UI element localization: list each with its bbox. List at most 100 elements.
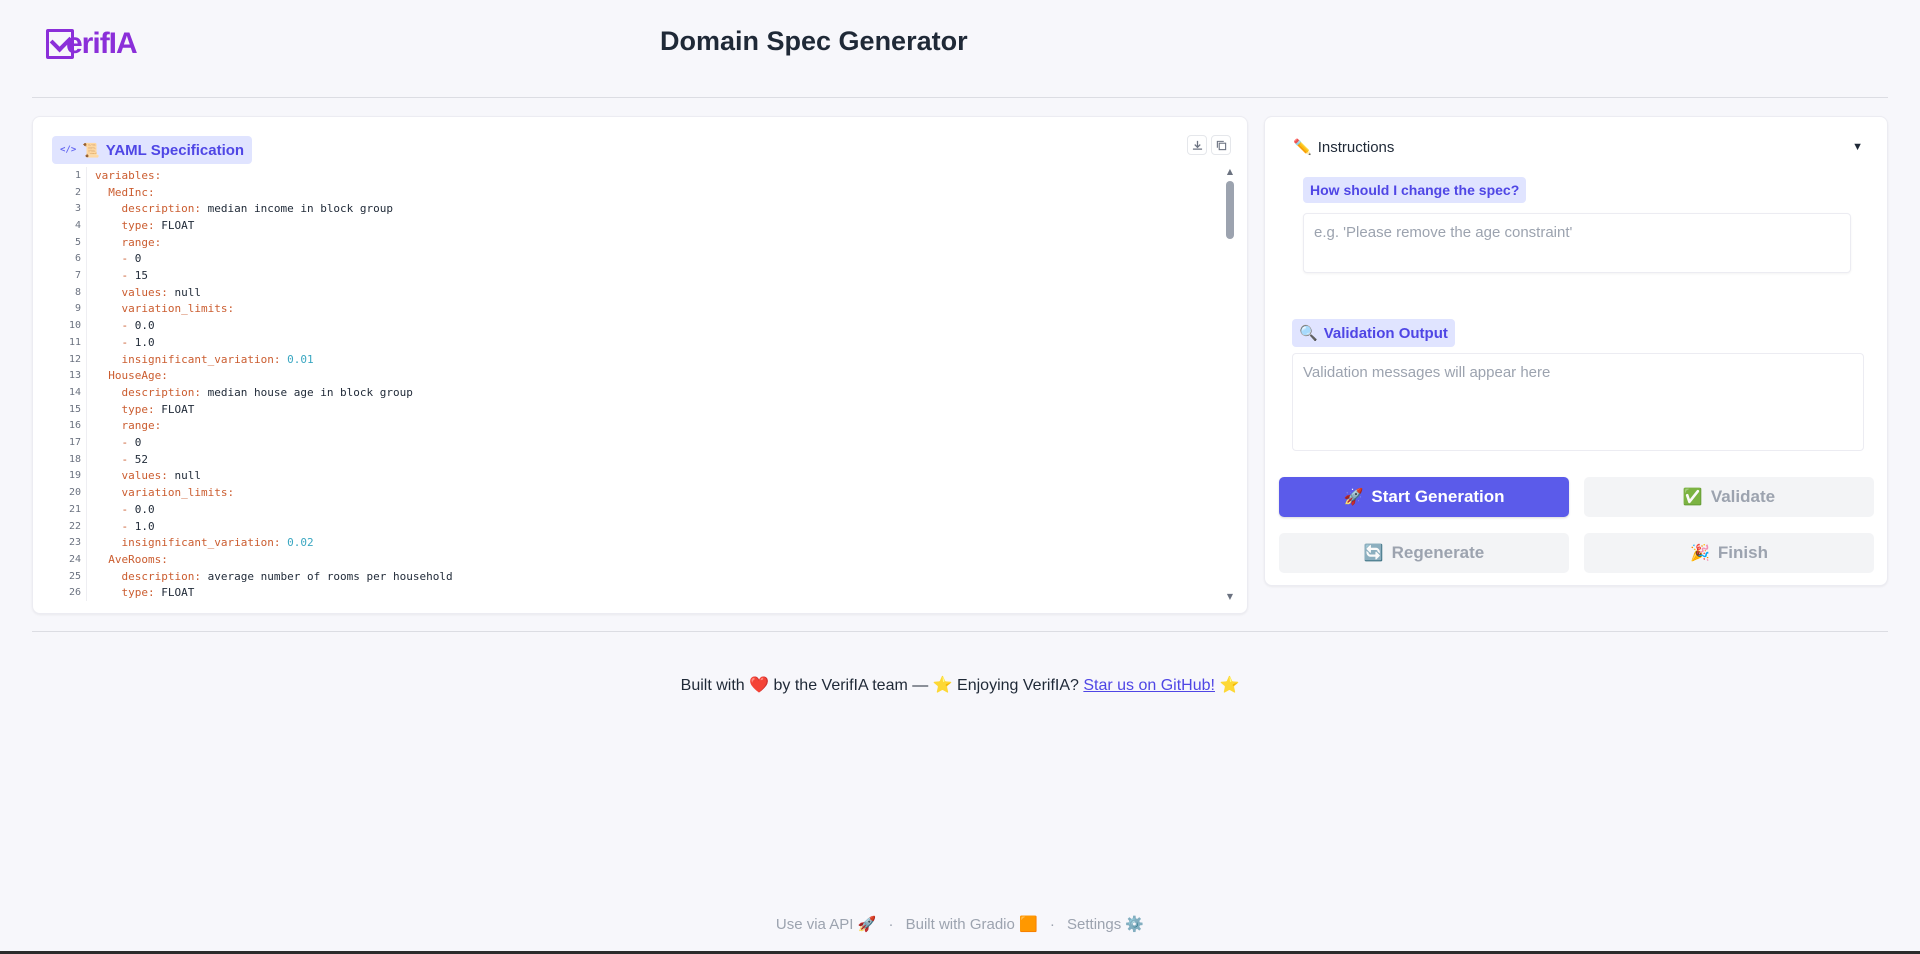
refresh-icon: 🔄 xyxy=(1363,545,1384,562)
github-link[interactable]: Star us on GitHub! xyxy=(1083,677,1215,694)
code-text: values: null xyxy=(95,286,201,299)
code-text: - 0.0 xyxy=(95,319,155,332)
code-token: HouseAge: xyxy=(108,369,168,383)
line-number: 8 xyxy=(74,286,81,298)
line-number: 16 xyxy=(68,420,81,432)
logo-text: erifIA xyxy=(66,27,138,60)
line-number: 12 xyxy=(68,353,81,365)
star-icon: ⭐ xyxy=(1219,677,1240,694)
code-token: 1.0 xyxy=(128,519,155,533)
pencil-icon: ✏️ xyxy=(1293,139,1312,156)
code-text: MedInc: xyxy=(95,185,155,199)
magnifier-icon: 🔍 xyxy=(1299,325,1318,342)
validate-label: Validate xyxy=(1710,487,1776,506)
validation-output-box[interactable]: Validation messages will appear here xyxy=(1292,353,1864,451)
yaml-spec-label: </> 📜 YAML Specification xyxy=(52,136,253,164)
line-number: 21 xyxy=(68,503,81,515)
code-token: type: xyxy=(121,586,155,600)
code-token: 0.01 xyxy=(280,352,314,366)
code-token: values: xyxy=(121,469,168,483)
code-text: description: average number of rooms per… xyxy=(95,570,453,583)
line-number: 3 xyxy=(74,203,81,215)
gradio-logo-icon: 🟧 xyxy=(1019,916,1038,933)
start-generation-button[interactable]: 🚀 Start Generation xyxy=(1279,477,1569,517)
line-number: 9 xyxy=(74,303,81,315)
code-token: FLOAT xyxy=(154,586,195,600)
code-token: insignificant_variation: xyxy=(121,536,281,550)
code-token: description: xyxy=(121,569,201,583)
code-text: variation_limits: xyxy=(95,486,235,500)
line-number: 17 xyxy=(68,437,81,449)
yaml-code-editor[interactable]: 1 variables: 2 MedInc: 3 description: media… xyxy=(51,167,1221,601)
scroll-icon: 📜 xyxy=(82,141,100,158)
settings-link[interactable]: Settings ⚙️ xyxy=(1067,916,1144,933)
code-text: variation_limits: xyxy=(95,302,235,316)
code-token: variation_limits: xyxy=(121,486,235,500)
code-token: - xyxy=(121,269,129,283)
party-icon: 🎉 xyxy=(1690,545,1710,562)
copy-icon[interactable] xyxy=(1211,135,1231,155)
use-api-label: Use via API xyxy=(775,916,854,933)
start-generation-label: Start Generation xyxy=(1371,487,1505,506)
code-line: 11 - 1.0 xyxy=(51,334,155,351)
code-text: - 0 xyxy=(95,252,142,265)
code-scrollbar[interactable]: ▲ ▼ xyxy=(1225,167,1235,601)
code-line: 4 type: FLOAT xyxy=(51,217,194,234)
gear-icon: ⚙️ xyxy=(1125,916,1145,933)
download-icon[interactable] xyxy=(1187,135,1207,155)
validate-button[interactable]: ✅ Validate xyxy=(1584,477,1874,517)
code-text: type: FLOAT xyxy=(95,586,195,600)
heart-icon: ❤️ xyxy=(749,677,770,694)
code-line: 3 description: median income in block gr… xyxy=(51,200,393,217)
built-with-gradio-link[interactable]: Built with Gradio 🟧 xyxy=(906,916,1038,933)
regenerate-label: Regenerate xyxy=(1391,543,1485,562)
code-text: insignificant_variation: 0.01 xyxy=(95,353,314,366)
instruction-input[interactable]: e.g. 'Please remove the age constraint' xyxy=(1303,213,1851,273)
code-token: AveRooms: xyxy=(108,552,168,566)
code-line: 10 - 0.0 xyxy=(51,317,155,334)
line-number: 18 xyxy=(68,453,81,465)
code-text: type: FLOAT xyxy=(95,403,195,416)
scroll-up-icon[interactable]: ▲ xyxy=(1225,167,1235,176)
code-token: variables: xyxy=(95,168,162,182)
code-token: 0.0 xyxy=(128,319,155,333)
code-line: 22 - 1.0 xyxy=(51,518,155,535)
code-token: - xyxy=(121,319,129,333)
code-token: MedInc: xyxy=(108,185,155,199)
finish-button[interactable]: 🎉 Finish xyxy=(1584,533,1874,573)
line-number: 23 xyxy=(68,537,81,549)
code-line: 24 AveRooms: xyxy=(51,551,168,568)
use-api-link[interactable]: Use via API 🚀 xyxy=(776,916,876,933)
code-token: insignificant_variation: xyxy=(121,352,281,366)
code-token: FLOAT xyxy=(154,218,195,232)
rocket-icon: 🚀 xyxy=(1343,489,1364,506)
scroll-down-icon[interactable]: ▼ xyxy=(1225,592,1235,601)
logo-check-box xyxy=(46,29,74,59)
line-number: 26 xyxy=(68,587,81,599)
code-line: 2 MedInc: xyxy=(51,184,155,201)
code-token: range: xyxy=(121,235,162,249)
line-number: 4 xyxy=(74,219,81,231)
code-line: 26 type: FLOAT xyxy=(51,585,194,602)
line-number: 11 xyxy=(68,336,81,348)
scroll-thumb[interactable] xyxy=(1226,181,1234,239)
code-line: 17 - 0 xyxy=(51,434,141,451)
code-token: 0.0 xyxy=(128,502,155,516)
code-line: 6 - 0 xyxy=(51,251,141,268)
code-token: - xyxy=(121,335,129,349)
code-token: variation_limits: xyxy=(121,302,235,316)
code-text: - 15 xyxy=(95,269,149,283)
caret-down-icon[interactable]: ▼ xyxy=(1852,141,1863,153)
finish-label: Finish xyxy=(1717,543,1768,562)
line-number: 10 xyxy=(68,320,81,332)
instructions-accordion-header[interactable]: ✏️ Instructions ▼ xyxy=(1293,137,1863,157)
line-number: 6 xyxy=(74,253,81,265)
regenerate-button[interactable]: 🔄 Regenerate xyxy=(1279,533,1569,573)
